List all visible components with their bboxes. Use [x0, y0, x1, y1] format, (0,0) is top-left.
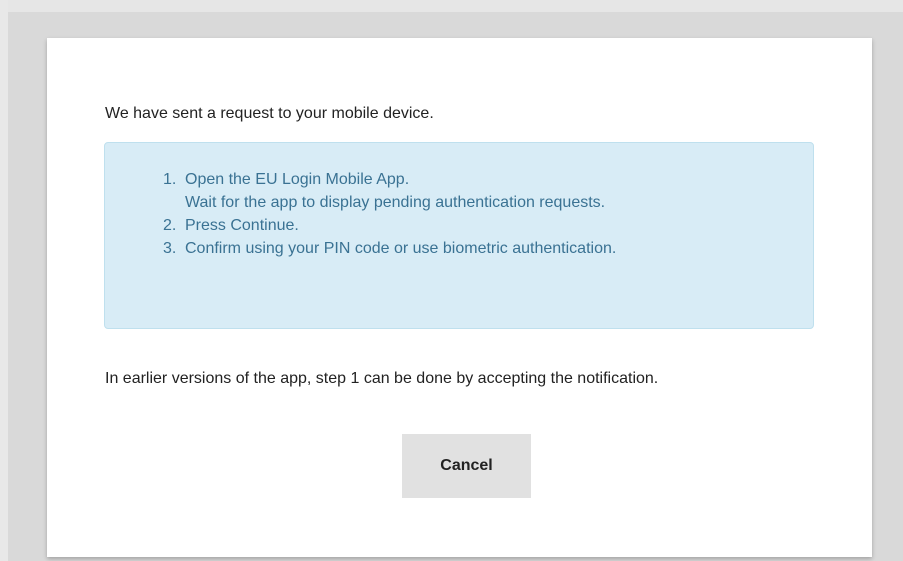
step-3-line-1: Confirm using your PIN code or use biome…: [185, 240, 617, 257]
intro-text: We have sent a request to your mobile de…: [105, 105, 434, 122]
step-2-number: 2.: [163, 217, 177, 234]
instruction-step-2: 2. Press Continue.: [163, 214, 616, 237]
instruction-step-3: 3. Confirm using your PIN code or use bi…: [163, 237, 616, 260]
mobile-authentication-dialog: We have sent a request to your mobile de…: [47, 38, 872, 557]
step-3-number: 3.: [163, 240, 177, 257]
instructions-info-box: 1. Open the EU Login Mobile App. Wait fo…: [104, 142, 814, 329]
step-1-number: 1.: [163, 171, 177, 188]
step-1-line-1: Open the EU Login Mobile App.: [185, 171, 410, 188]
step-1-line-2: Wait for the app to display pending auth…: [185, 194, 606, 211]
backdrop-left: [0, 0, 8, 561]
cancel-button[interactable]: Cancel: [402, 434, 531, 498]
instruction-steps-list: 1. Open the EU Login Mobile App. Wait fo…: [163, 168, 616, 260]
step-2-line-1: Press Continue.: [185, 217, 299, 234]
instruction-step-1: 1. Open the EU Login Mobile App. Wait fo…: [163, 168, 616, 214]
backdrop-top: [0, 0, 903, 12]
earlier-versions-note: In earlier versions of the app, step 1 c…: [105, 370, 659, 387]
